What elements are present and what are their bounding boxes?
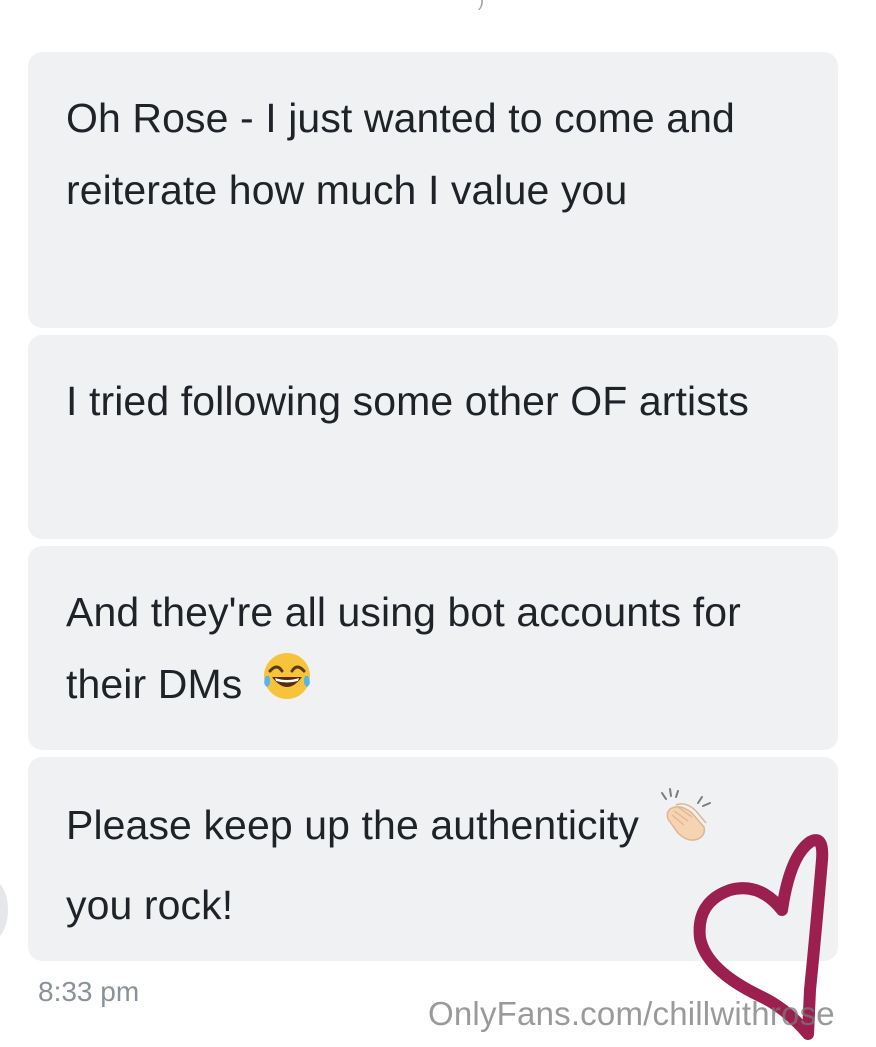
message-text-line2: you rock! [66, 882, 234, 928]
face-with-tears-of-joy-icon [260, 649, 314, 725]
message-bubble[interactable]: And they're all using bot accounts for t… [28, 546, 838, 750]
clipped-header-glyph: ) [478, 0, 484, 10]
message-text: I tried following some other OF artists [66, 378, 749, 424]
message-text: And they're all using bot accounts for t… [66, 589, 741, 707]
message-text: Please keep up the authenticity [66, 801, 639, 848]
message-text: Oh Rose - I just wanted to come and reit… [66, 95, 735, 213]
avatar [0, 880, 8, 940]
message-timestamp: 8:33 pm [38, 976, 140, 1007]
watermark: OnlyFans.com/chillwithrose [428, 995, 835, 1032]
message-bubble[interactable]: I tried following some other OF artists [28, 335, 838, 539]
message-bubble[interactable]: Oh Rose - I just wanted to come and reit… [28, 52, 838, 328]
